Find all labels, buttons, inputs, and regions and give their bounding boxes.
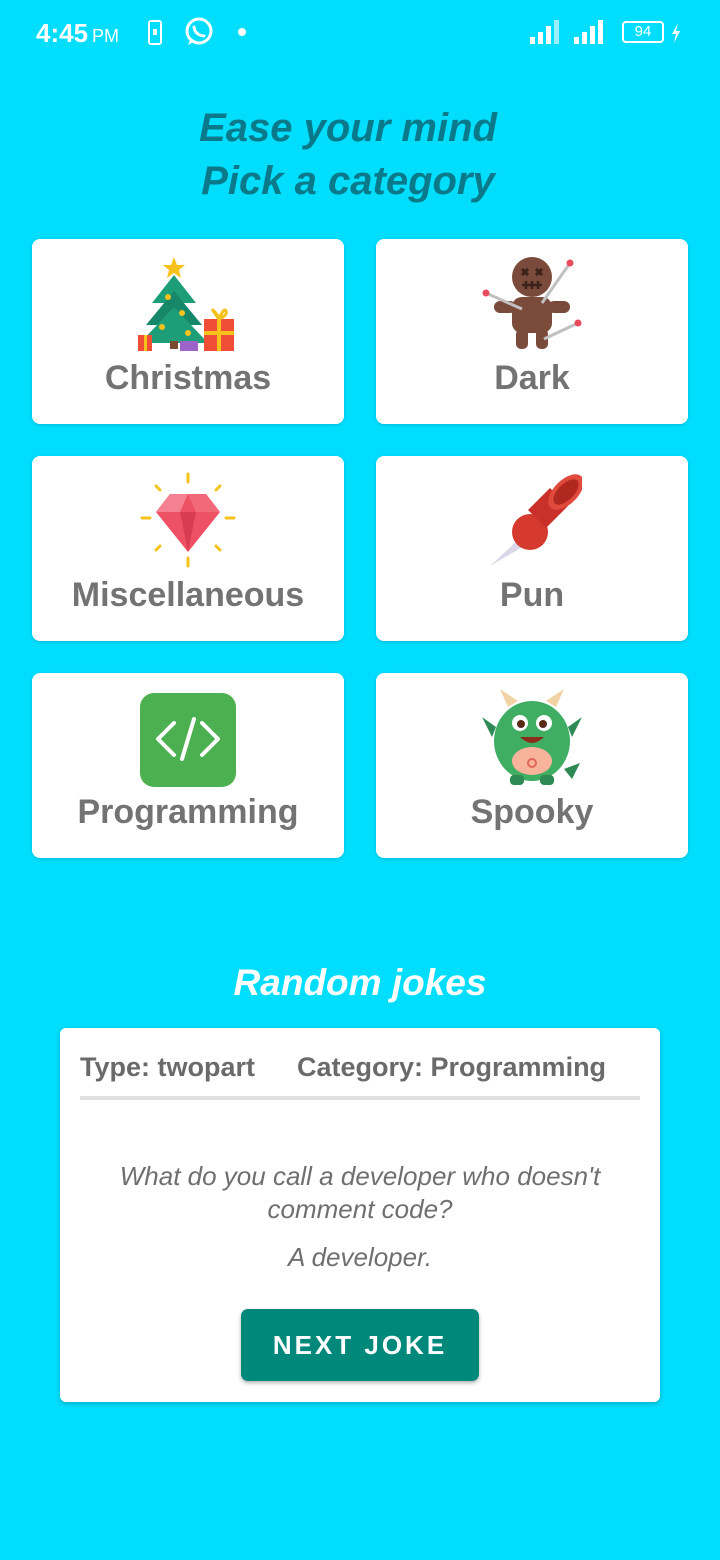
code-icon (140, 693, 236, 787)
category-card-programming[interactable]: Programming (32, 673, 344, 858)
joke-setup: What do you call a developer who doesn't… (119, 1161, 601, 1224)
sim-card-icon (148, 20, 162, 45)
battery-icon: 94 (622, 21, 664, 43)
category-card-christmas[interactable]: Christmas (32, 239, 344, 424)
category-card-spooky[interactable]: Spooky (376, 673, 688, 858)
monster-icon (482, 689, 582, 785)
pushpin-icon (490, 474, 582, 566)
category-label: Pun (499, 576, 565, 614)
category-card-miscellaneous[interactable]: Miscellaneous (32, 456, 344, 641)
category-card-pun[interactable]: Pun (376, 456, 688, 641)
category-label: Dark (494, 359, 570, 397)
joke-delivery: A developer. (287, 1242, 433, 1272)
divider (80, 1096, 640, 1100)
category-label: Spooky (470, 793, 594, 831)
charging-icon (672, 23, 680, 43)
status-bar: 4:45 PM 94 (0, 0, 720, 66)
gem-icon (140, 472, 236, 568)
joke-category: Category: Programming (297, 1052, 607, 1082)
next-joke-button[interactable]: NEXT JOKE (241, 1309, 479, 1381)
status-time: 4:45 PM (36, 18, 119, 49)
category-label: Programming (77, 793, 299, 831)
clock-ampm: PM (92, 26, 120, 46)
clock-time: 4:45 (36, 18, 89, 48)
joke-card: Type: twopart Category: Programming What… (60, 1028, 660, 1402)
battery-level: 94 (634, 23, 652, 40)
whatsapp-icon (185, 17, 213, 45)
signal-icon (530, 20, 559, 44)
random-jokes-title: Random jokes (233, 962, 487, 1003)
title-line-1: Ease your mind (199, 106, 497, 150)
joke-type: Type: twopart (80, 1052, 255, 1082)
dot-icon (238, 28, 246, 36)
title-line-2: Pick a category (201, 159, 495, 203)
category-label: Christmas (104, 359, 272, 397)
page-title: Ease your mind Pick a category (0, 102, 696, 208)
signal-icon (574, 20, 603, 44)
christmas-tree-icon (138, 257, 234, 351)
category-label: Miscellaneous (71, 576, 305, 614)
category-card-dark[interactable]: Dark (376, 239, 688, 424)
voodoo-doll-icon (482, 257, 582, 349)
